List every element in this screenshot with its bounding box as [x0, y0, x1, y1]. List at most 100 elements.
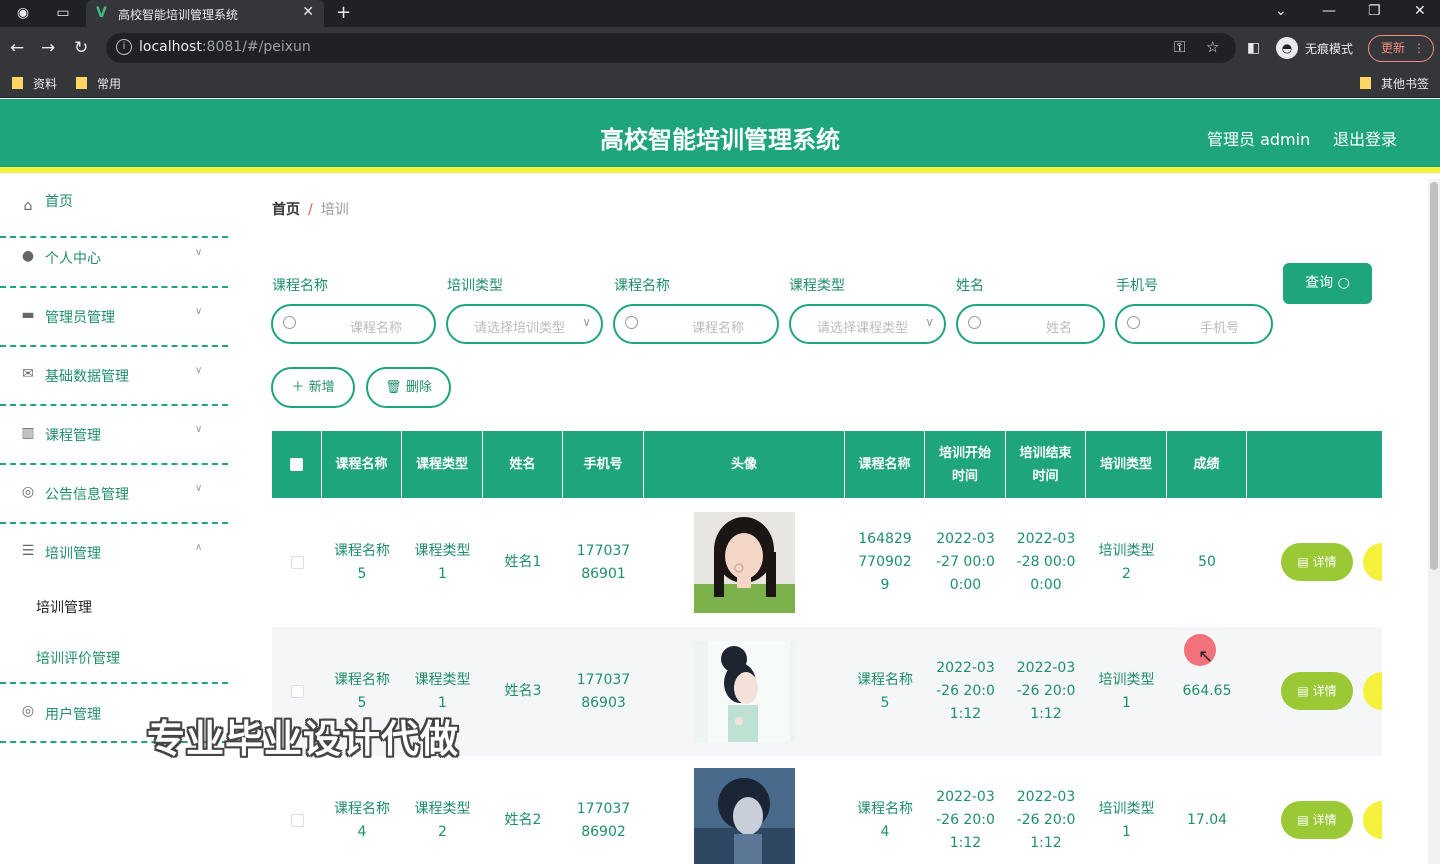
tab-list-icon[interactable]: ⌄ [1275, 3, 1287, 19]
cell-train-type: 培训类型1 [1098, 671, 1155, 711]
detail-button[interactable]: ▤ 详情 [1281, 672, 1353, 710]
bookmark-folder-1[interactable]: 常用 [76, 75, 121, 92]
cell-train-type: 培训类型1 [1098, 800, 1155, 840]
row-select-cell[interactable] [272, 756, 322, 864]
detail-button[interactable]: ▤ 详情 [1281, 801, 1353, 839]
forward-icon[interactable]: → [41, 38, 55, 58]
bookmarks-bar: 资料 常用 其他书签 [0, 70, 1440, 98]
filter-label: 课程类型 [789, 278, 845, 294]
sidebar-item-notices[interactable]: ◎ 公告信息管理 ∨ [0, 465, 228, 524]
row-select-cell[interactable] [272, 498, 322, 627]
avatar-image[interactable] [694, 641, 795, 742]
avatar-image[interactable] [694, 512, 795, 613]
tab-close-icon[interactable]: ✕ [302, 4, 314, 20]
edit-button[interactable] [1363, 801, 1382, 839]
training-type-select[interactable]: 请选择培训类型 ∨ [446, 304, 603, 344]
cell-train-type: 培训类型2 [1098, 542, 1155, 582]
breadcrumb-current: 培训 [320, 202, 349, 218]
bookmark-folder-0[interactable]: 资料 [12, 75, 57, 92]
delete-button[interactable]: 🗑 删除 [366, 367, 451, 408]
add-button[interactable]: ＋ 新增 [271, 367, 355, 408]
select-all-checkbox[interactable] [290, 458, 303, 471]
incognito-icon[interactable]: ◓ [1276, 37, 1298, 59]
cell-course2: 课程名称4 [857, 800, 913, 840]
col-header: 手机号 [563, 431, 644, 498]
scrollbar-thumb[interactable] [1430, 182, 1438, 570]
detail-button[interactable]: ▤ 详情 [1281, 543, 1353, 581]
filter-label: 培训类型 [447, 278, 503, 294]
new-tab-icon[interactable]: + [336, 2, 351, 23]
window-close-icon[interactable]: ✕ [1414, 3, 1426, 19]
search-icon [283, 316, 296, 329]
menu-dots-icon: ⋮ [1413, 41, 1425, 55]
chevron-down-icon: ∨ [925, 315, 934, 329]
cell-name: 姓名1 [504, 554, 542, 570]
chevron-down-icon: ∨ [195, 424, 203, 435]
phone-input[interactable]: 手机号 [1115, 304, 1273, 344]
cell-phone: 17703786902 [576, 800, 631, 840]
col-header: 课程类型 [402, 431, 483, 498]
cell-start: 2022-03-26 20:01:12 [936, 789, 995, 851]
home-icon: ⌂ [23, 198, 33, 214]
star-icon[interactable]: ☆ [1206, 38, 1219, 56]
restore-icon[interactable]: ❐ [1368, 3, 1381, 19]
mail-icon: ✉ [22, 366, 34, 382]
search-icon [1127, 316, 1140, 329]
minimize-icon[interactable]: — [1322, 3, 1336, 19]
name-input[interactable]: 姓名 [956, 304, 1105, 344]
cell-phone: 17703786903 [576, 671, 631, 711]
folder-icon [1360, 77, 1371, 89]
col-header: 培训类型 [1086, 431, 1167, 498]
watermark-text: 专业毕业设计代做 [147, 717, 460, 761]
sidebar-subitem-evaluation[interactable]: 培训评价管理 [36, 648, 120, 668]
reload-icon[interactable]: ↻ [74, 38, 88, 58]
logout-link[interactable]: 退出登录 [1333, 126, 1397, 150]
trash-icon: 🗑 [385, 380, 402, 395]
chevron-down-icon: ∨ [582, 315, 591, 329]
col-header: 头像 [644, 431, 845, 498]
cell-avatar [644, 756, 845, 864]
row-checkbox[interactable] [290, 814, 304, 827]
other-bookmarks[interactable]: 其他书签 [1360, 75, 1429, 92]
sidebar-item-profile[interactable]: ● 个人中心 ∨ [0, 229, 228, 288]
query-button[interactable]: 查询 ○ [1283, 263, 1372, 304]
sidebar-subitem-training[interactable]: 培训管理 [36, 597, 92, 617]
site-info-icon[interactable]: i [116, 39, 132, 55]
cell-start: 2022-03-26 20:01:12 [936, 660, 995, 722]
cell-course-type: 课程类型2 [414, 800, 471, 840]
sidepanel-icon[interactable]: ◧ [1247, 40, 1260, 56]
browser-globe-icon[interactable]: ◉ [14, 5, 32, 21]
cell-name: 姓名3 [504, 683, 542, 699]
table-row: 课程名称4 课程类型2 姓名2 17703786902 课程名称4 2022-0… [272, 756, 1382, 864]
edit-button[interactable] [1363, 672, 1382, 710]
col-header: 成绩 [1167, 431, 1247, 498]
page-scrollbar[interactable] [1428, 179, 1440, 864]
select-all-cell[interactable] [272, 431, 322, 498]
avatar-image[interactable] [694, 768, 795, 864]
mouse-cursor-icon: ↖ [1198, 646, 1214, 667]
cell-avatar [644, 498, 845, 627]
breadcrumb-home[interactable]: 首页 [272, 202, 300, 218]
sidebar-item-courses[interactable]: ▥ 课程管理 ∨ [0, 406, 228, 465]
sidebar-item-training[interactable]: ☰ 培训管理 ∧ [0, 524, 228, 583]
col-header: 培训开始时间 [925, 431, 1006, 498]
row-checkbox[interactable] [290, 685, 304, 698]
course-name-input-2[interactable]: 课程名称 [613, 304, 779, 344]
sidebar-item-admins[interactable]: ▬ 管理员管理 ∨ [0, 288, 228, 347]
url-field[interactable]: i localhost:8081/#/peixun ⚿ ☆ [106, 33, 1236, 63]
doc-icon: ▤ [1297, 813, 1309, 827]
course-name-input[interactable]: 课程名称 [271, 304, 436, 344]
row-checkbox[interactable] [290, 556, 304, 569]
chevron-down-icon: ∨ [195, 365, 203, 376]
key-icon[interactable]: ⚿ [1174, 38, 1185, 56]
browser-tab[interactable]: V 高校智能培训管理系统 ✕ [86, 0, 324, 27]
course-type-select[interactable]: 请选择课程类型 ∨ [789, 304, 946, 344]
sidebar-item-basedata[interactable]: ✉ 基础数据管理 ∨ [0, 347, 228, 406]
doc-icon: ▤ [1297, 555, 1309, 569]
update-button[interactable]: 更新 ⋮ [1368, 35, 1434, 62]
chart-icon: ▥ [21, 425, 35, 441]
notice-icon: ◎ [21, 484, 35, 500]
tab-search-icon[interactable]: ▭ [54, 5, 72, 21]
back-icon[interactable]: ← [10, 38, 24, 58]
edit-button[interactable] [1363, 543, 1382, 581]
